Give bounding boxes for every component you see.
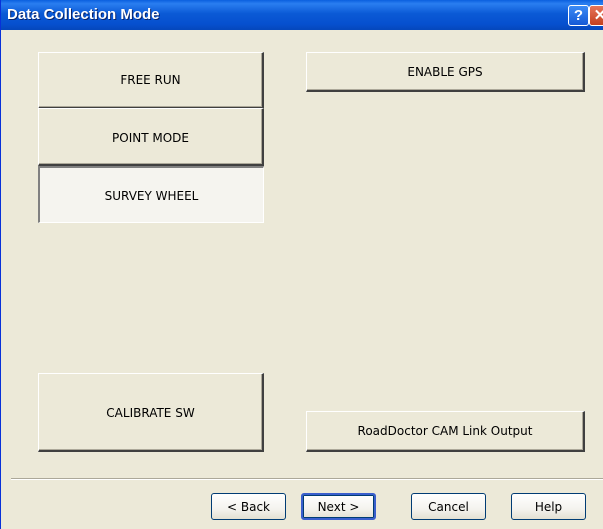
survey-wheel-button[interactable]: SURVEY WHEEL [38,166,264,223]
cancel-button[interactable]: Cancel [411,493,486,520]
calibrate-sw-button[interactable]: CALIBRATE SW [38,373,264,452]
title-bar[interactable]: Data Collection Mode ? ✕ [1,0,603,30]
separator [11,478,603,480]
help-icon[interactable]: ? [568,5,589,26]
point-mode-label: POINT MODE [112,131,189,145]
close-icon[interactable]: ✕ [589,5,603,26]
free-run-label: FREE RUN [120,73,181,87]
free-run-button[interactable]: FREE RUN [38,52,264,109]
next-button[interactable]: Next > [301,493,376,520]
window-title: Data Collection Mode [7,6,160,23]
help-label: Help [534,499,563,514]
calibrate-sw-label: CALIBRATE SW [106,406,195,420]
roaddoctor-cam-link-output-button[interactable]: RoadDoctor CAM Link Output [306,411,585,452]
help-glyph: ? [573,7,584,24]
point-mode-button[interactable]: POINT MODE [38,108,264,166]
data-collection-mode-dialog: Data Collection Mode ? ✕ FREE RUN POINT … [0,0,603,529]
close-glyph: ✕ [593,7,603,24]
enable-gps-label: ENABLE GPS [407,65,483,79]
roaddoctor-cam-link-output-label: RoadDoctor CAM Link Output [357,424,533,438]
next-label: Next > [317,499,360,514]
back-label: < Back [226,499,270,514]
enable-gps-button[interactable]: ENABLE GPS [306,52,585,92]
cancel-label: Cancel [428,499,469,514]
survey-wheel-label: SURVEY WHEEL [104,189,199,203]
help-button[interactable]: Help [511,493,586,520]
back-button[interactable]: < Back [211,493,286,520]
